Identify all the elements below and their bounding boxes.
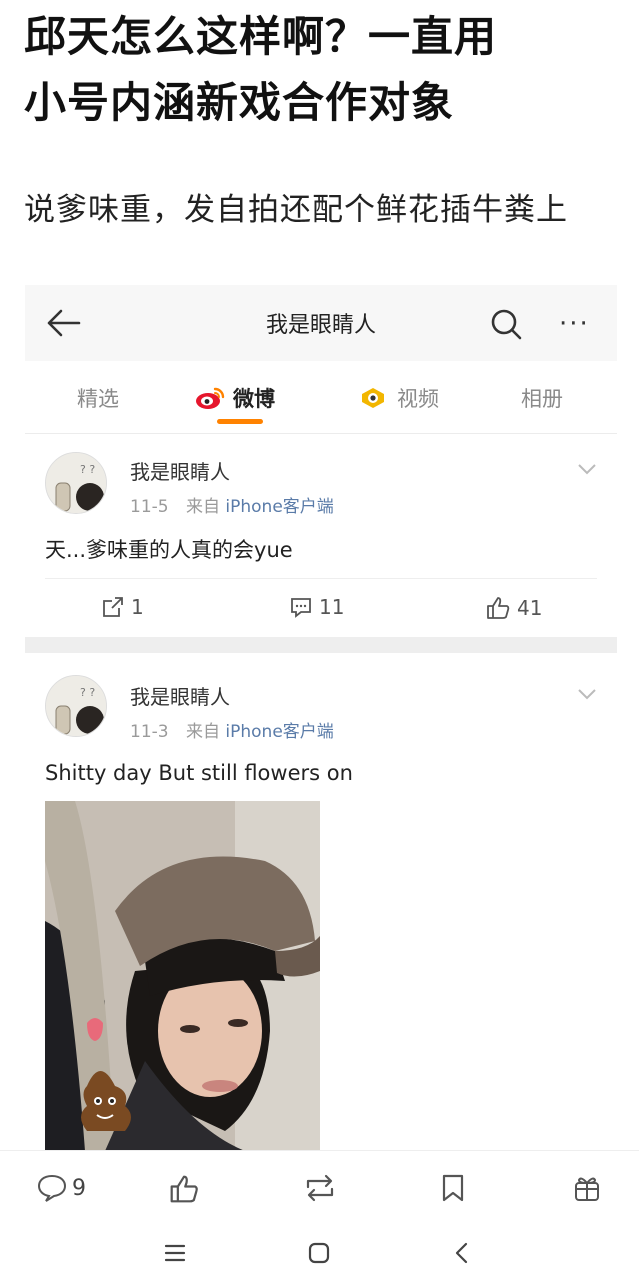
avatar[interactable]: ? ? xyxy=(45,452,107,514)
headline: 邱天怎么这样啊？一直用 小号内涵新戏合作对象 xyxy=(24,4,624,136)
svg-text:? ?: ? ? xyxy=(80,686,95,699)
tab-video-label: 视频 xyxy=(397,387,439,411)
tab-weibo-label: 微博 xyxy=(233,387,275,411)
recent-apps-icon[interactable] xyxy=(162,1240,188,1266)
active-tab-indicator xyxy=(217,419,263,424)
post-text: Shitty day But still flowers on xyxy=(45,761,353,785)
post-source-prefix: 来自 xyxy=(186,722,220,742)
like-button[interactable]: 41 xyxy=(485,595,542,621)
repost-arrows-icon xyxy=(306,1174,334,1202)
tab-featured[interactable]: 精选 xyxy=(77,383,119,413)
phone-screen: 我是眼睛人 ··· 精选 微博 视频 相册 ? ? 我是眼睛人 11-5 来自 … xyxy=(25,285,617,1285)
bottom-repost-button[interactable] xyxy=(302,1173,338,1203)
back-nav-icon[interactable] xyxy=(450,1240,476,1266)
post-username[interactable]: 我是眼睛人 xyxy=(130,681,230,710)
more-options-icon[interactable]: ··· xyxy=(559,309,590,339)
thumbs-up-icon xyxy=(487,597,510,619)
chevron-down-icon[interactable] xyxy=(577,687,597,701)
bottom-comment-count: 9 xyxy=(72,1175,86,1201)
bookmark-icon xyxy=(442,1174,464,1202)
selfie-photo-image xyxy=(45,801,320,1151)
post-source[interactable]: iPhone客户端 xyxy=(225,497,333,517)
headline-line-2: 小号内涵新戏合作对象 xyxy=(24,78,455,127)
avatar-image: ? ? xyxy=(46,676,106,736)
comment-button[interactable]: 11 xyxy=(289,595,344,619)
post-meta: 11-5 来自 iPhone客户端 xyxy=(130,492,334,517)
tab-video[interactable]: 视频 xyxy=(359,383,439,413)
post-meta: 11-3 来自 iPhone客户端 xyxy=(130,717,334,742)
post-source[interactable]: iPhone客户端 xyxy=(225,722,333,742)
thumbs-up-icon xyxy=(170,1175,198,1203)
post-action-bar: 9 xyxy=(0,1150,639,1231)
gift-icon xyxy=(575,1177,599,1201)
post-text: 天...爹味重的人真的会yue xyxy=(45,538,293,562)
repost-icon xyxy=(103,597,123,617)
system-navigation-bar xyxy=(0,1230,639,1279)
post-card-1: ? ? 我是眼睛人 11-5 来自 iPhone客户端 天...爹味重的人真的会… xyxy=(25,434,617,634)
profile-name: 我是眼睛人 xyxy=(265,313,376,338)
bottom-bookmark-button[interactable] xyxy=(440,1173,466,1203)
subheadline: 说爹味重，发自拍还配个鲜花插牛粪上 xyxy=(24,192,568,228)
home-icon[interactable] xyxy=(306,1240,332,1266)
post-date: 11-3 xyxy=(130,722,169,742)
profile-tabs: 精选 微博 视频 相册 xyxy=(25,361,617,433)
tab-weibo[interactable]: 微博 xyxy=(195,383,275,413)
weibo-logo-icon xyxy=(196,387,225,409)
repost-count: 1 xyxy=(131,595,144,619)
comment-bubble-icon xyxy=(37,1174,67,1202)
bottom-like-button[interactable] xyxy=(168,1173,200,1205)
post-source-prefix: 来自 xyxy=(186,497,220,517)
video-icon xyxy=(362,388,384,408)
post-photo[interactable] xyxy=(45,801,320,1151)
svg-text:? ?: ? ? xyxy=(80,463,95,476)
chevron-down-icon[interactable] xyxy=(577,462,597,476)
bottom-comment-button[interactable]: 9 xyxy=(36,1173,86,1203)
bottom-gift-button[interactable] xyxy=(572,1173,602,1203)
post-username[interactable]: 我是眼睛人 xyxy=(130,456,230,485)
avatar[interactable]: ? ? xyxy=(45,675,107,737)
profile-top-bar: 我是眼睛人 ··· xyxy=(25,285,617,361)
avatar-image: ? ? xyxy=(46,453,106,513)
repost-button[interactable]: 1 xyxy=(101,595,144,619)
search-icon[interactable] xyxy=(489,307,523,341)
post-card-2: ? ? 我是眼睛人 11-3 来自 iPhone客户端 Shitty day B… xyxy=(25,653,617,1153)
post-date: 11-5 xyxy=(130,497,169,517)
post-actions: 1 11 41 xyxy=(45,578,597,635)
comment-count: 11 xyxy=(319,595,345,619)
headline-line-1: 邱天怎么这样啊？一直用 xyxy=(24,12,498,61)
post-divider xyxy=(25,637,617,653)
comment-icon xyxy=(291,598,311,618)
like-count: 41 xyxy=(517,596,543,620)
tab-album[interactable]: 相册 xyxy=(521,383,563,413)
